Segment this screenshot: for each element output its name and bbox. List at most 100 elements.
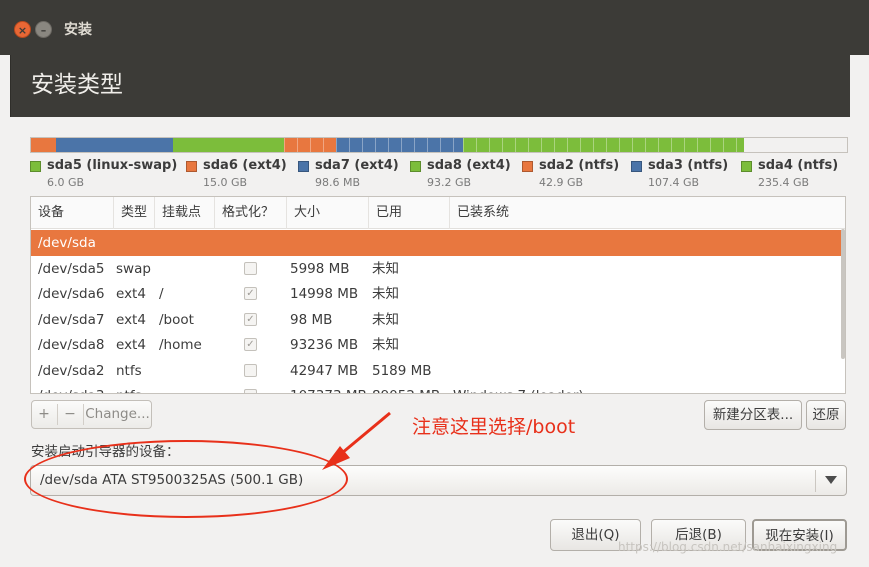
cell-size: 107373 MB [290,383,367,393]
close-icon[interactable]: × [14,21,31,38]
format-checkbox[interactable] [244,261,257,275]
legend-swatch [741,161,752,172]
legend-partition-size: 93.2 GB [427,176,472,189]
cell-mount: / [159,286,164,302]
cell-type: ext4 [116,311,146,328]
legend-partition-name: sda3 (ntfs) [648,158,729,173]
partition-bar-segment [284,138,336,152]
select-divider [815,470,816,492]
cell-mount: /home [159,337,202,353]
cell-type: swap [116,260,151,277]
cell-device: /dev/sda [38,235,96,251]
table-row[interactable]: /dev/sda [31,230,844,256]
cell-used: 未知 [372,311,399,328]
cell-size: 42947 MB [290,362,359,379]
partition-table[interactable]: 设备 类型 挂载点 格式化？ 大小 已用 已装系统 /dev/sda/dev/s… [30,196,846,394]
minimize-icon[interactable]: – [35,21,52,38]
revert-button[interactable]: 还原 [806,400,846,430]
remove-partition-button[interactable]: − [58,401,82,428]
legend-partition-size: 107.4 GB [648,176,700,189]
legend-partition-name: sda5 (linux-swap) [47,158,178,173]
partition-bar-segment [38,138,57,152]
partition-bar-segment [463,138,744,152]
table-scrollbar[interactable] [841,229,845,359]
window-title: 安装 [64,22,92,38]
cell-device: /dev/sda7 [38,311,105,328]
legend-swatch [298,161,309,172]
cell-type: ext4 [116,337,146,353]
legend-partition-size: 15.0 GB [203,176,248,189]
legend-swatch [631,161,642,172]
cell-used: 未知 [372,337,399,353]
legend-swatch [410,161,421,172]
cell-system: Windows 7 (loader) [453,383,584,393]
bootloader-device-value: /dev/sda ATA ST9500325AS (500.1 GB) [40,472,304,488]
watermark: https://blog.csdn.net/sanhaixingxing [618,540,838,554]
table-row[interactable]: /dev/sda8 ext4/home 93236 MB 未知 ✓ [31,332,844,358]
legend-swatch [186,161,197,172]
column-header-used[interactable]: 已用 [369,197,450,229]
column-header-type[interactable]: 类型 [114,197,155,229]
legend-partition-name: sda6 (ext4) [203,158,287,173]
legend-partition-name: sda4 (ntfs) [758,158,839,173]
bootloader-device-select[interactable]: /dev/sda ATA ST9500325AS (500.1 GB) [30,465,847,496]
partition-bar-segment [31,138,39,152]
cell-size: 98 MB [290,311,333,328]
table-row[interactable]: /dev/sda7 ext4/boot 98 MB 未知 ✓ [31,307,844,333]
cell-size: 93236 MB [290,337,359,353]
format-checkbox[interactable]: ✓ [244,287,257,300]
partition-bar-segment [56,138,174,152]
column-header-system[interactable]: 已装系统 [450,197,845,229]
legend-partition-size: 235.4 GB [758,176,810,189]
cell-device: /dev/sda2 [38,362,105,379]
legend-swatch [522,161,533,172]
window-titlebar: × – 安装 [0,0,869,55]
format-checkbox[interactable]: ✓ [244,312,257,326]
partition-bar-segment [335,138,464,152]
cell-type: ext4 [116,286,146,302]
legend-partition-size: 98.6 MB [315,176,361,189]
annotation-text: 注意这里选择/boot [412,416,576,438]
table-row[interactable]: /dev/sda3 ntfs 107373 MB 89052 MB Windows 7 … [31,383,844,393]
legend-partition-name: sda2 (ntfs) [539,158,620,173]
cell-type: ntfs [116,362,142,379]
chevron-down-icon[interactable] [825,476,837,484]
column-header-format[interactable]: 格式化？ [215,197,287,229]
legend-partition-size: 6.0 GB [47,176,85,189]
page-header: 安装类型 [10,55,850,117]
legend-partition-name: sda8 (ext4) [427,158,511,173]
cell-used: 89052 MB [372,383,440,393]
legend-partition-name: sda7 (ext4) [315,158,399,173]
cell-used: 5189 MB [372,362,432,379]
page-title: 安装类型 [31,72,123,98]
change-partition-button[interactable]: Change... [84,401,151,428]
column-header-size[interactable]: 大小 [287,197,369,229]
table-row[interactable]: /dev/sda5 swap 5998 MB 未知 [31,256,844,282]
cell-device: /dev/sda5 [38,260,105,277]
format-checkbox[interactable] [244,363,257,377]
cell-device: /dev/sda8 [38,337,105,353]
new-partition-table-button[interactable]: 新建分区表... [704,400,802,430]
table-header: 设备 类型 挂载点 格式化？ 大小 已用 已装系统 [31,197,845,229]
legend-swatch [30,161,41,172]
bootloader-device-label: 安装启动引导器的设备： [31,444,180,460]
cell-mount: /boot [159,311,194,328]
partition-bar-segment [173,138,285,152]
legend-partition-size: 42.9 GB [539,176,584,189]
partition-usage-bar [30,137,848,153]
cell-device: /dev/sda3 [38,383,104,393]
cell-size: 5998 MB [290,260,350,277]
cell-type: ntfs [116,383,142,393]
format-checkbox[interactable]: ✓ [244,338,257,351]
partition-toolbar: + − Change... [31,400,152,429]
cell-used: 未知 [372,286,399,302]
table-row[interactable]: /dev/sda6 ext4 / 14998 MB 未知 ✓ [31,281,844,307]
column-header-mount[interactable]: 挂载点 [155,197,215,229]
add-partition-button[interactable]: + [32,401,56,428]
format-checkbox[interactable] [244,389,257,393]
cell-size: 14998 MB [290,286,359,302]
cell-device: /dev/sda6 [38,286,105,302]
column-header-device[interactable]: 设备 [31,197,114,229]
cell-used: 未知 [372,260,399,277]
table-row[interactable]: /dev/sda2 ntfs 42947 MB 5189 MB [31,358,844,384]
